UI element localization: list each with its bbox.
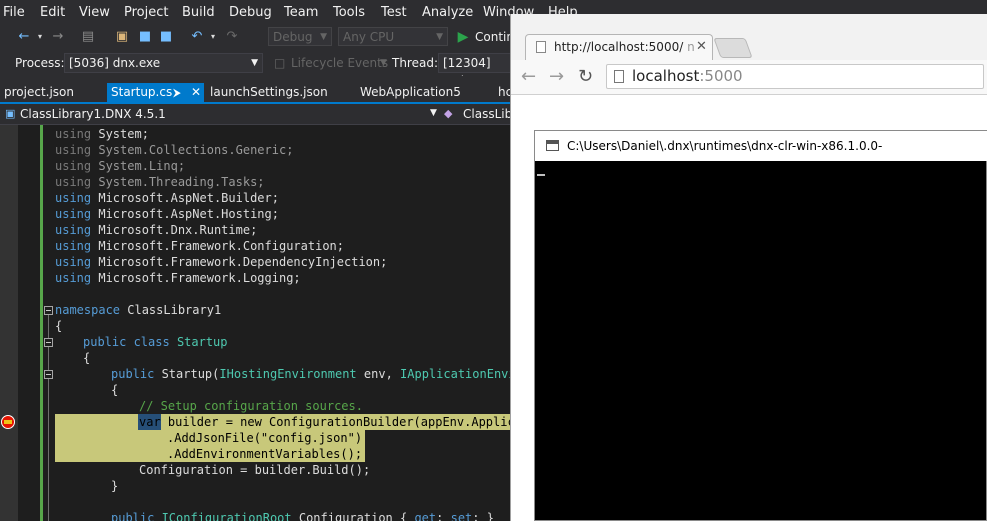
tab-launch-settings[interactable]: launchSettings.json bbox=[206, 83, 332, 102]
tab-webapplication5[interactable]: WebApplication5 bbox=[356, 83, 465, 102]
lifecycle-events-icon: □ bbox=[274, 56, 286, 70]
code-editor[interactable]: using System; using System.Collections.G… bbox=[0, 125, 510, 521]
code-line: using Microsoft.Dnx.Runtime; bbox=[55, 223, 258, 237]
solution-config-select[interactable]: Debug ▼ bbox=[268, 27, 332, 46]
code-line: using Microsoft.Framework.Configuration; bbox=[55, 239, 344, 253]
process-label: Process: bbox=[15, 56, 65, 70]
menu-project[interactable]: Project bbox=[124, 5, 168, 20]
code-line: using Microsoft.AspNet.Builder; bbox=[55, 191, 279, 205]
current-statement-arrow-icon bbox=[4, 420, 12, 424]
process-select[interactable]: [5036] dnx.exe ▼ bbox=[64, 53, 263, 73]
chevron-down-icon: ▼ bbox=[430, 108, 437, 118]
forward-navigate-icon[interactable]: → bbox=[50, 29, 66, 45]
back-arrow-icon[interactable]: ← bbox=[521, 66, 536, 87]
code-line: .AddEnvironmentVariables(); bbox=[167, 447, 363, 461]
save-icon[interactable]: ■ bbox=[137, 29, 153, 45]
menu-tools[interactable]: Tools bbox=[333, 5, 365, 20]
tab-startup-cs[interactable]: Startup.cs ⮞ ✕ bbox=[107, 83, 204, 102]
pin-icon[interactable]: ⮞ bbox=[173, 83, 181, 102]
code-line: .AddJsonFile("config.json") bbox=[167, 431, 363, 445]
new-tab-button[interactable] bbox=[713, 38, 753, 58]
close-icon[interactable]: ✕ bbox=[696, 39, 707, 54]
undo-icon[interactable]: ↶ bbox=[189, 29, 205, 45]
code-line: using System.Linq; bbox=[55, 159, 186, 173]
collapse-icon[interactable] bbox=[44, 338, 53, 347]
breakpoint-gutter[interactable] bbox=[0, 125, 18, 521]
code-line: var builder = new ConfigurationBuilder(a… bbox=[139, 415, 510, 429]
continue-button[interactable]: Contin bbox=[475, 30, 514, 44]
code-line: using System.Collections.Generic; bbox=[55, 143, 294, 157]
code-line: public class Startup bbox=[83, 335, 228, 349]
change-tracking-margin bbox=[40, 125, 43, 521]
menu-file[interactable]: File bbox=[3, 5, 25, 20]
console-app-icon bbox=[546, 140, 559, 151]
project-icon: ▣ bbox=[5, 107, 16, 120]
code-line: using System; bbox=[55, 127, 149, 141]
redo-icon[interactable]: ↷ bbox=[224, 29, 240, 45]
platform-select[interactable]: Any CPU ▼ bbox=[338, 27, 448, 46]
collapse-icon[interactable] bbox=[44, 370, 53, 379]
browser-tab-title: http://localhost:5000/ no bbox=[554, 40, 694, 54]
code-line: using Microsoft.Framework.DependencyInje… bbox=[55, 255, 388, 269]
back-navigate-icon[interactable]: ← bbox=[16, 29, 32, 45]
code-line: using System.Threading.Tasks; bbox=[55, 175, 265, 189]
browser-toolbar: ← → ↻ localhost:5000 bbox=[511, 60, 987, 95]
code-line: public IConfigurationRoot Configuration … bbox=[111, 511, 494, 521]
menu-build[interactable]: Build bbox=[182, 5, 215, 20]
code-line: using Microsoft.Framework.Logging; bbox=[55, 271, 301, 285]
console-title-bar: C:\Users\Daniel\.dnx\runtimes\dnx-clr-wi… bbox=[535, 131, 987, 183]
address-text: localhost:5000 bbox=[632, 67, 743, 85]
console-title: C:\Users\Daniel\.dnx\runtimes\dnx-clr-wi… bbox=[567, 139, 883, 183]
process-value: [5036] dnx.exe bbox=[69, 56, 161, 70]
platform-value: Any CPU bbox=[343, 30, 395, 44]
chevron-down-icon[interactable]: ▾ bbox=[32, 29, 48, 45]
code-line: } bbox=[111, 479, 119, 493]
code-line: { bbox=[111, 383, 119, 397]
breakpoint-icon[interactable] bbox=[1, 415, 15, 429]
open-folder-icon[interactable]: ▣ bbox=[114, 29, 130, 45]
console-window: C:\Users\Daniel\.dnx\runtimes\dnx-clr-wi… bbox=[534, 130, 987, 521]
console-app-icon-bar bbox=[547, 141, 558, 144]
chevron-down-icon: ▼ bbox=[380, 58, 387, 68]
code-line: Configuration = builder.Build(); bbox=[139, 463, 371, 477]
menu-test[interactable]: Test bbox=[381, 5, 407, 20]
menu-team[interactable]: Team bbox=[284, 5, 318, 20]
chevron-down-icon: ▼ bbox=[320, 32, 327, 42]
collapse-icon[interactable] bbox=[44, 306, 53, 315]
chevron-down-icon: ▼ bbox=[251, 58, 258, 68]
menu-edit[interactable]: Edit bbox=[40, 5, 65, 20]
browser-tab[interactable]: http://localhost:5000/ no ✕ bbox=[525, 34, 713, 60]
tab-project-json[interactable]: project.json bbox=[0, 83, 78, 102]
thread-select[interactable]: [12304] Main bbox=[438, 53, 518, 88]
code-line: namespace ClassLibrary1 bbox=[55, 303, 222, 317]
outline-line bbox=[48, 378, 49, 490]
code-line: using Microsoft.AspNet.Hosting; bbox=[55, 207, 279, 221]
close-icon[interactable]: ✕ bbox=[191, 83, 201, 102]
menu-analyze[interactable]: Analyze bbox=[422, 5, 473, 20]
page-icon bbox=[536, 41, 546, 53]
code-line: public Startup(IHostingEnvironment env, … bbox=[111, 367, 510, 381]
undo-dropdown-icon[interactable]: ▾ bbox=[205, 29, 221, 45]
menu-view[interactable]: View bbox=[79, 5, 110, 20]
reload-icon[interactable]: ↻ bbox=[578, 66, 593, 87]
page-info-icon[interactable] bbox=[614, 70, 624, 83]
code-line: { bbox=[83, 351, 91, 365]
forward-arrow-icon[interactable]: → bbox=[549, 66, 564, 87]
console-cursor bbox=[537, 174, 545, 176]
solution-config-value: Debug bbox=[273, 30, 313, 44]
solution-explorer-icon[interactable]: ▤ bbox=[80, 29, 96, 45]
tab-label: Startup.cs bbox=[111, 85, 173, 99]
chevron-down-icon: ▼ bbox=[436, 32, 443, 42]
lifecycle-events-select[interactable]: Lifecycle Events bbox=[291, 56, 388, 70]
save-all-icon[interactable]: ■ bbox=[158, 29, 174, 45]
class-icon: ◆ bbox=[444, 107, 453, 120]
code-line: { bbox=[55, 319, 63, 333]
thread-label: Thread: bbox=[392, 56, 439, 70]
code-comment: // Setup configuration sources. bbox=[139, 399, 363, 413]
menu-debug[interactable]: Debug bbox=[229, 5, 272, 20]
play-icon[interactable]: ▶ bbox=[455, 29, 471, 45]
browser-tab-strip: http://localhost:5000/ no ✕ bbox=[511, 14, 987, 60]
project-dropdown[interactable]: ClassLibrary1.DNX 4.5.1 bbox=[20, 107, 166, 121]
address-bar[interactable]: localhost:5000 bbox=[606, 64, 984, 89]
